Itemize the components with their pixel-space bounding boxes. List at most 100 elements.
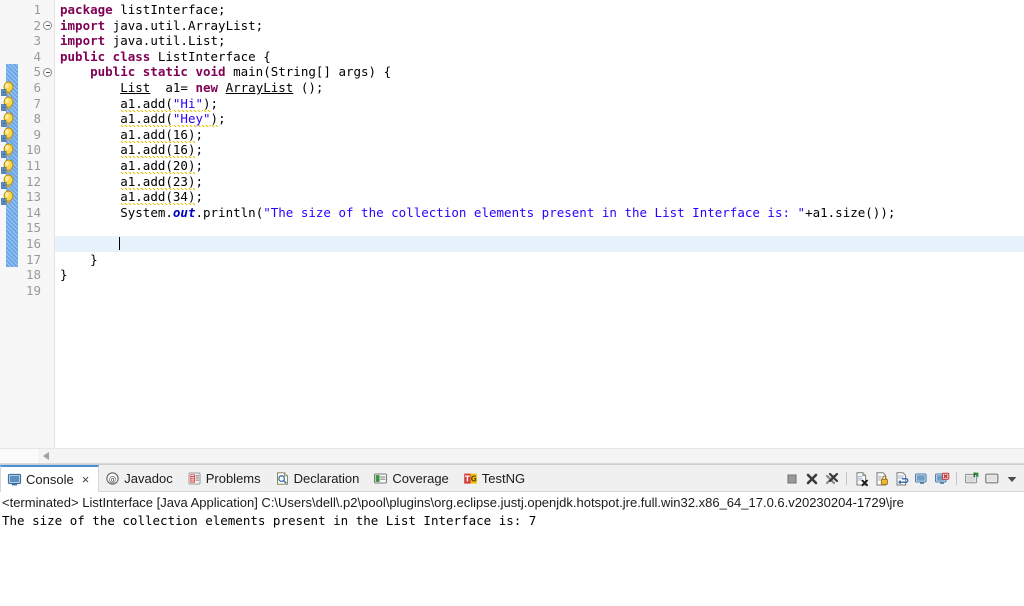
code-line-1[interactable]: package listInterface; xyxy=(55,2,1024,18)
code-line-18[interactable]: } xyxy=(55,267,1024,283)
view-menu-button[interactable] xyxy=(1003,470,1020,487)
editor-marker-gutter[interactable] xyxy=(0,0,18,448)
editor-line-number-ruler: 1 2 3 4 5 6 7 8 9 10 11 12 13 14 15 16 17 18 19 xyxy=(18,0,42,448)
console-icon xyxy=(7,472,22,487)
fold-cell-19 xyxy=(42,283,54,299)
code-line-6[interactable]: List a1= new ArrayList (); xyxy=(55,80,1024,96)
warning-marker-icon-line-7[interactable] xyxy=(1,96,17,111)
console-program-output: The size of the collection elements pres… xyxy=(2,513,537,528)
warning-marker-icon-line-11[interactable] xyxy=(1,159,17,174)
tab-testng[interactable]: T G TestNG xyxy=(457,465,533,491)
fold-cell-12 xyxy=(42,174,54,190)
code-line-12[interactable]: a1.add(23); xyxy=(55,173,1024,190)
collapse-icon[interactable] xyxy=(43,67,52,77)
line-number-1: 1 xyxy=(33,2,41,17)
fold-cell-17 xyxy=(42,252,54,268)
code-line-11[interactable]: a1.add(20); xyxy=(55,157,1024,174)
fold-toggle-5[interactable] xyxy=(42,64,54,80)
tab-coverage[interactable]: Coverage xyxy=(367,465,456,491)
tab-label: Declaration xyxy=(293,470,360,486)
warning-marker-icon-line-12[interactable] xyxy=(1,174,17,189)
code-line-14[interactable]: System.out.println("The size of the coll… xyxy=(55,205,1024,221)
line-number-18: 18 xyxy=(25,267,41,283)
collapse-icon[interactable] xyxy=(43,21,52,31)
eclipse-ide-window: 1 2 3 4 5 6 7 8 9 10 11 12 13 14 15 16 17 18 19 package li… xyxy=(0,0,1024,606)
code-line-3[interactable]: import java.util.List; xyxy=(55,33,1024,49)
code-line-7[interactable]: a1.add("Hi"); xyxy=(55,95,1024,112)
clear-console-button[interactable] xyxy=(853,470,870,487)
code-line-8[interactable]: a1.add("Hey"); xyxy=(55,111,1024,128)
javadoc-icon: @ xyxy=(105,471,120,486)
fold-cell-9 xyxy=(42,127,54,143)
tab-label: Coverage xyxy=(392,470,449,486)
line-number-13: 13 xyxy=(25,189,41,205)
warning-marker-icon-line-8[interactable] xyxy=(1,112,17,127)
warning-marker-icon-line-13[interactable] xyxy=(1,190,17,205)
line-number-7: 7 xyxy=(33,95,41,111)
word-wrap-button[interactable] xyxy=(893,470,910,487)
remove-all-terminated-button[interactable] xyxy=(823,470,840,487)
fold-toggle-2[interactable] xyxy=(42,18,54,34)
separator-1 xyxy=(846,472,847,485)
fold-cell-18 xyxy=(42,267,54,283)
scroll-left-arrow[interactable] xyxy=(38,449,54,463)
code-line-10[interactable]: a1.add(16); xyxy=(55,142,1024,159)
line-number-10: 10 xyxy=(25,142,41,158)
fold-cell-7 xyxy=(42,96,54,112)
console-toolbar xyxy=(783,465,1020,492)
fold-cell-14 xyxy=(42,205,54,221)
code-line-4[interactable]: public class ListInterface { xyxy=(55,49,1024,65)
code-line-9[interactable]: a1.add(16); xyxy=(55,126,1024,143)
tab-console[interactable]: Console × xyxy=(0,465,100,492)
tab-declaration[interactable]: Declaration xyxy=(269,465,368,491)
editor-folding-ruler[interactable] xyxy=(42,0,55,448)
code-line-5[interactable]: public static void main(String[] args) { xyxy=(55,64,1024,80)
line-number-3: 3 xyxy=(33,33,41,49)
terminate-button[interactable] xyxy=(783,470,800,487)
code-line-16[interactable] xyxy=(55,235,1024,252)
tab-label: Problems xyxy=(205,470,261,486)
editor-code-area[interactable]: package listInterface; import java.util.A… xyxy=(55,0,1024,448)
scroll-lock-button[interactable] xyxy=(873,470,890,487)
fold-cell-16 xyxy=(42,236,54,252)
java-editor: 1 2 3 4 5 6 7 8 9 10 11 12 13 14 15 16 17 18 19 package li… xyxy=(0,0,1024,464)
line-number-16: 16 xyxy=(25,235,41,251)
remove-launch-button[interactable] xyxy=(803,470,820,487)
line-number-14: 14 xyxy=(25,204,41,220)
testng-icon: TG xyxy=(463,471,478,486)
coverage-icon xyxy=(373,471,388,486)
warning-marker-icon-line-9[interactable] xyxy=(1,127,17,143)
console-view: Console × @ Javadoc Problems Declaration Cover… xyxy=(0,464,1024,606)
problems-icon xyxy=(187,471,202,486)
console-tab-bar: Console × @ Javadoc Problems Declaration Cover… xyxy=(0,465,1024,492)
console-output-area[interactable]: <terminated> ListInterface [Java Applica… xyxy=(0,492,1024,606)
tab-javadoc[interactable]: @ Javadoc xyxy=(99,465,180,491)
fold-cell-6 xyxy=(42,80,54,96)
code-line-13[interactable]: a1.add(34); xyxy=(55,189,1024,206)
warning-marker-icon-line-6[interactable] xyxy=(1,81,17,96)
line-number-12: 12 xyxy=(25,173,41,189)
console-terminated-line: <terminated> ListInterface [Java Applica… xyxy=(2,495,904,510)
show-console-on-error-button[interactable] xyxy=(933,470,950,487)
show-console-on-output-button[interactable] xyxy=(913,470,930,487)
code-line-17[interactable]: } xyxy=(55,252,1024,268)
code-line-19[interactable] xyxy=(55,283,1024,299)
warning-marker-icon-line-10[interactable] xyxy=(1,143,17,158)
display-selected-console-button[interactable] xyxy=(983,470,1000,487)
tab-label: Console xyxy=(26,472,74,487)
line-number-8: 8 xyxy=(33,111,41,127)
line-number-2: 2 xyxy=(33,17,41,33)
code-line-2[interactable]: import java.util.ArrayList; xyxy=(55,18,1024,34)
fold-cell-3 xyxy=(42,33,54,49)
editor-horizontal-scrollbar[interactable] xyxy=(0,448,1024,463)
tab-label: Javadoc xyxy=(124,470,173,486)
tab-close-icon[interactable]: × xyxy=(82,472,90,487)
tab-problems[interactable]: Problems xyxy=(181,465,269,491)
line-number-15: 15 xyxy=(25,220,41,236)
code-line-15[interactable] xyxy=(55,220,1024,236)
pin-console-button[interactable] xyxy=(963,470,980,487)
line-number-11: 11 xyxy=(25,157,41,173)
line-number-17: 17 xyxy=(25,251,41,267)
svg-text:G: G xyxy=(470,474,476,483)
line-number-6: 6 xyxy=(33,79,41,95)
